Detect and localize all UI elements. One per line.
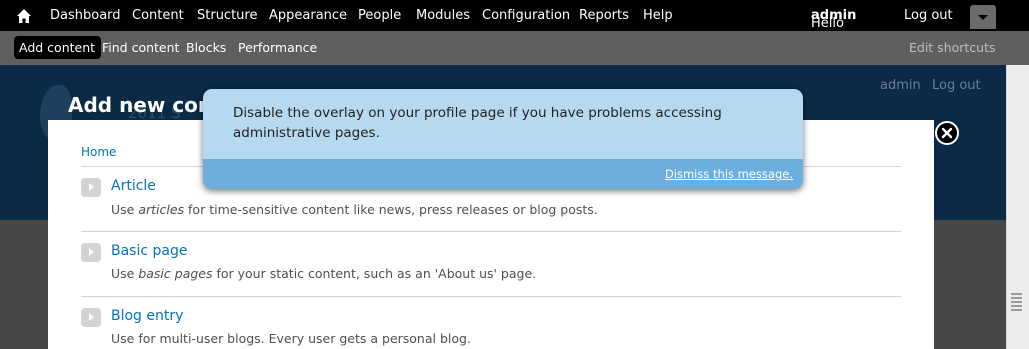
breadcrumb-home[interactable]: Home <box>81 145 116 159</box>
overlay-title: Add new con <box>68 93 213 117</box>
chevron-right-icon[interactable] <box>81 178 101 197</box>
hello-label: Hello <box>811 16 844 31</box>
content-type-blog-entry-description: Use for multi-user blogs. Every user get… <box>111 331 471 346</box>
shortcut-find-content[interactable]: Find content <box>102 40 179 55</box>
shortcut-blocks[interactable]: Blocks <box>186 40 226 55</box>
chevron-right-icon[interactable] <box>81 308 101 327</box>
menu-item-people[interactable]: People <box>358 8 401 23</box>
message-footer: Dismiss this message. <box>203 159 803 189</box>
menu-item-modules[interactable]: Modules <box>416 8 470 23</box>
shortcuts-toggle-button[interactable] <box>970 5 996 29</box>
content-type-article-link[interactable]: Article <box>111 178 156 194</box>
home-icon[interactable] <box>16 8 32 24</box>
content-type-blog-entry-link[interactable]: Blog entry <box>111 308 183 324</box>
menu-item-configuration[interactable]: Configuration <box>482 8 570 23</box>
chevron-right-icon[interactable] <box>81 243 101 262</box>
scrollbar-grip-icon[interactable] <box>1011 293 1022 313</box>
menu-item-reports[interactable]: Reports <box>579 8 629 23</box>
content-type-basic-page-link[interactable]: Basic page <box>111 243 187 259</box>
divider <box>81 231 901 232</box>
shortcuts-bar: Add content Find content Blocks Performa… <box>0 31 1029 65</box>
user-greeting: Hello admin <box>811 8 856 31</box>
logout-link[interactable]: Log out <box>904 8 953 23</box>
close-overlay-icon[interactable] <box>935 121 959 145</box>
page-scrollbar[interactable] <box>1006 65 1029 349</box>
admin-toolbar: Dashboard Content Structure Appearance P… <box>0 0 1029 31</box>
content-type-basic-page-description: Use basic pages for your static content,… <box>111 266 537 281</box>
menu-item-content[interactable]: Content <box>132 8 184 23</box>
dismiss-message-link[interactable]: Dismiss this message. <box>665 167 793 181</box>
site-user-logout-link[interactable]: Log out <box>932 78 981 93</box>
menu-item-dashboard[interactable]: Dashboard <box>50 8 121 23</box>
content-type-article-description: Use articles for time-sensitive content … <box>111 202 598 217</box>
menu-item-appearance[interactable]: Appearance <box>269 8 347 23</box>
shortcut-performance[interactable]: Performance <box>238 40 317 55</box>
menu-item-structure[interactable]: Structure <box>197 8 257 23</box>
site-user-admin-link[interactable]: admin <box>880 78 921 93</box>
overlay-message: Disable the overlay on your profile page… <box>203 89 803 189</box>
shortcut-add-content[interactable]: Add content <box>14 36 102 59</box>
divider <box>81 296 901 297</box>
edit-shortcuts-link[interactable]: Edit shortcuts <box>909 40 996 55</box>
message-text: Disable the overlay on your profile page… <box>233 105 722 141</box>
menu-item-help[interactable]: Help <box>643 8 673 23</box>
